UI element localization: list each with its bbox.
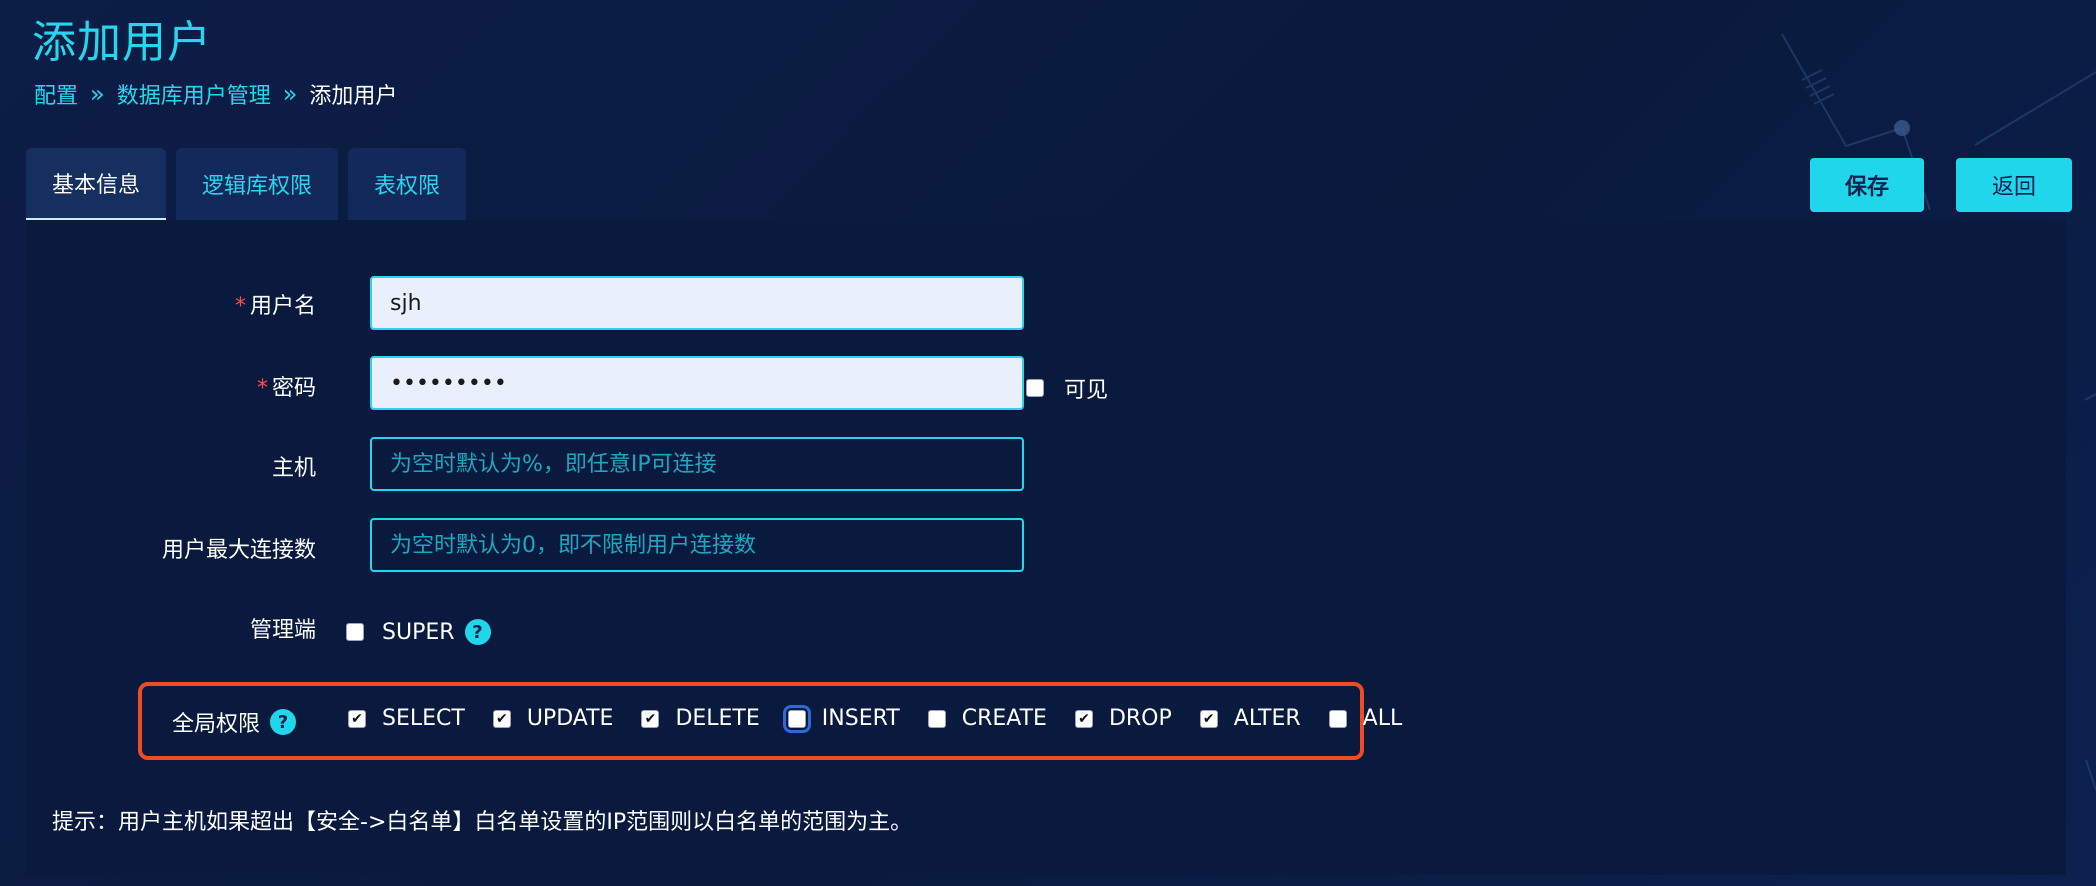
password-visible-checkbox[interactable] — [1026, 379, 1044, 397]
tab-bar: 基本信息 逻辑库权限 表权限 — [26, 148, 467, 220]
checkbox-unchecked-icon[interactable] — [927, 709, 946, 728]
permission-option-all[interactable]: ALL — [1328, 706, 1403, 731]
max-connections-label: 用户最大连接数 — [161, 538, 316, 563]
checkbox-unchecked-icon[interactable] — [782, 704, 811, 733]
checkbox-unchecked-icon[interactable] — [1328, 709, 1347, 728]
required-mark: * — [234, 294, 246, 319]
checkbox-checked-icon[interactable]: ✔ — [1074, 709, 1093, 728]
super-option[interactable]: SUPER ? — [346, 619, 491, 645]
question-circle-icon[interactable]: ? — [270, 709, 297, 735]
password-visible-label: 可见 — [1064, 378, 1109, 403]
permission-option-insert[interactable]: INSERT — [782, 704, 900, 733]
breadcrumb-link-db-users[interactable]: 数据库用户管理 — [117, 78, 271, 110]
page-title: 添加用户 — [32, 17, 212, 68]
question-circle-icon[interactable]: ? — [464, 619, 491, 645]
hint-text: 提示：用户主机如果超出【安全->白名单】白名单设置的IP范围则以白名单的范围为主… — [52, 810, 913, 835]
breadcrumb-separator-icon: » — [90, 80, 105, 108]
global-permissions-row: 全局权限 ? ✔ SELECT ✔ UPDATE ✔ DELETE INSERT CREATE… — [138, 682, 1402, 760]
permission-label: INSERT — [821, 706, 900, 731]
global-permissions-label: 全局权限 ? — [172, 706, 297, 738]
permission-option-drop[interactable]: ✔ DROP — [1074, 706, 1172, 731]
permission-option-alter[interactable]: ✔ ALTER — [1199, 706, 1301, 731]
breadcrumb-current: 添加用户 — [309, 84, 398, 109]
tab-basic-info[interactable]: 基本信息 — [26, 148, 167, 220]
permission-label: ALTER — [1233, 706, 1301, 731]
back-button[interactable]: 返回 — [1956, 158, 2072, 212]
save-button[interactable]: 保存 — [1810, 158, 1924, 212]
breadcrumb: 配置 » 数据库用户管理 » 添加用户 — [34, 78, 397, 110]
page: 添加用户 配置 » 数据库用户管理 » 添加用户 基本信息 逻辑库权限 表权限 … — [0, 0, 2096, 886]
permission-label: UPDATE — [526, 706, 614, 731]
super-label: SUPER — [382, 619, 455, 645]
max-connections-input[interactable] — [370, 518, 1024, 572]
breadcrumb-separator-icon: » — [282, 80, 298, 108]
permission-label: SELECT — [382, 706, 465, 731]
super-checkbox[interactable] — [346, 623, 364, 641]
permission-option-update[interactable]: ✔ UPDATE — [492, 706, 614, 731]
permission-option-select[interactable]: ✔ SELECT — [348, 706, 465, 731]
password-visible-toggle[interactable]: 可见 — [1026, 372, 1108, 404]
password-label: * 密码 — [256, 376, 316, 401]
tab-table-permissions[interactable]: 表权限 — [348, 148, 467, 220]
permission-label: ALL — [1362, 706, 1403, 731]
checkbox-checked-icon[interactable]: ✔ — [1199, 709, 1218, 728]
form-panel: *用户名 *密码 可见 主机 用户最大连接数 管理端 SUPER ? — [26, 220, 2066, 875]
checkbox-checked-icon[interactable]: ✔ — [348, 709, 366, 728]
permission-label: DELETE — [675, 706, 760, 731]
admin-label: 管理端 — [249, 618, 316, 643]
username-input[interactable] — [370, 276, 1024, 330]
permission-label: CREATE — [961, 706, 1047, 731]
permission-option-create[interactable]: CREATE — [927, 706, 1047, 731]
checkbox-checked-icon[interactable]: ✔ — [641, 709, 660, 728]
checkbox-checked-icon[interactable]: ✔ — [492, 709, 511, 728]
tab-schema-permissions[interactable]: 逻辑库权限 — [176, 148, 339, 220]
breadcrumb-link-config[interactable]: 配置 — [34, 78, 78, 110]
password-input[interactable] — [370, 356, 1024, 410]
host-label: 主机 — [271, 456, 316, 481]
host-input[interactable] — [370, 437, 1024, 491]
permission-label: DROP — [1108, 706, 1172, 731]
username-label: * 用户名 — [234, 294, 316, 319]
global-permissions-list: ✔ SELECT ✔ UPDATE ✔ DELETE INSERT CREATE ✔ DROP ✔ A… — [348, 704, 1430, 733]
required-mark: * — [256, 376, 268, 401]
permission-option-delete[interactable]: ✔ DELETE — [641, 706, 760, 731]
